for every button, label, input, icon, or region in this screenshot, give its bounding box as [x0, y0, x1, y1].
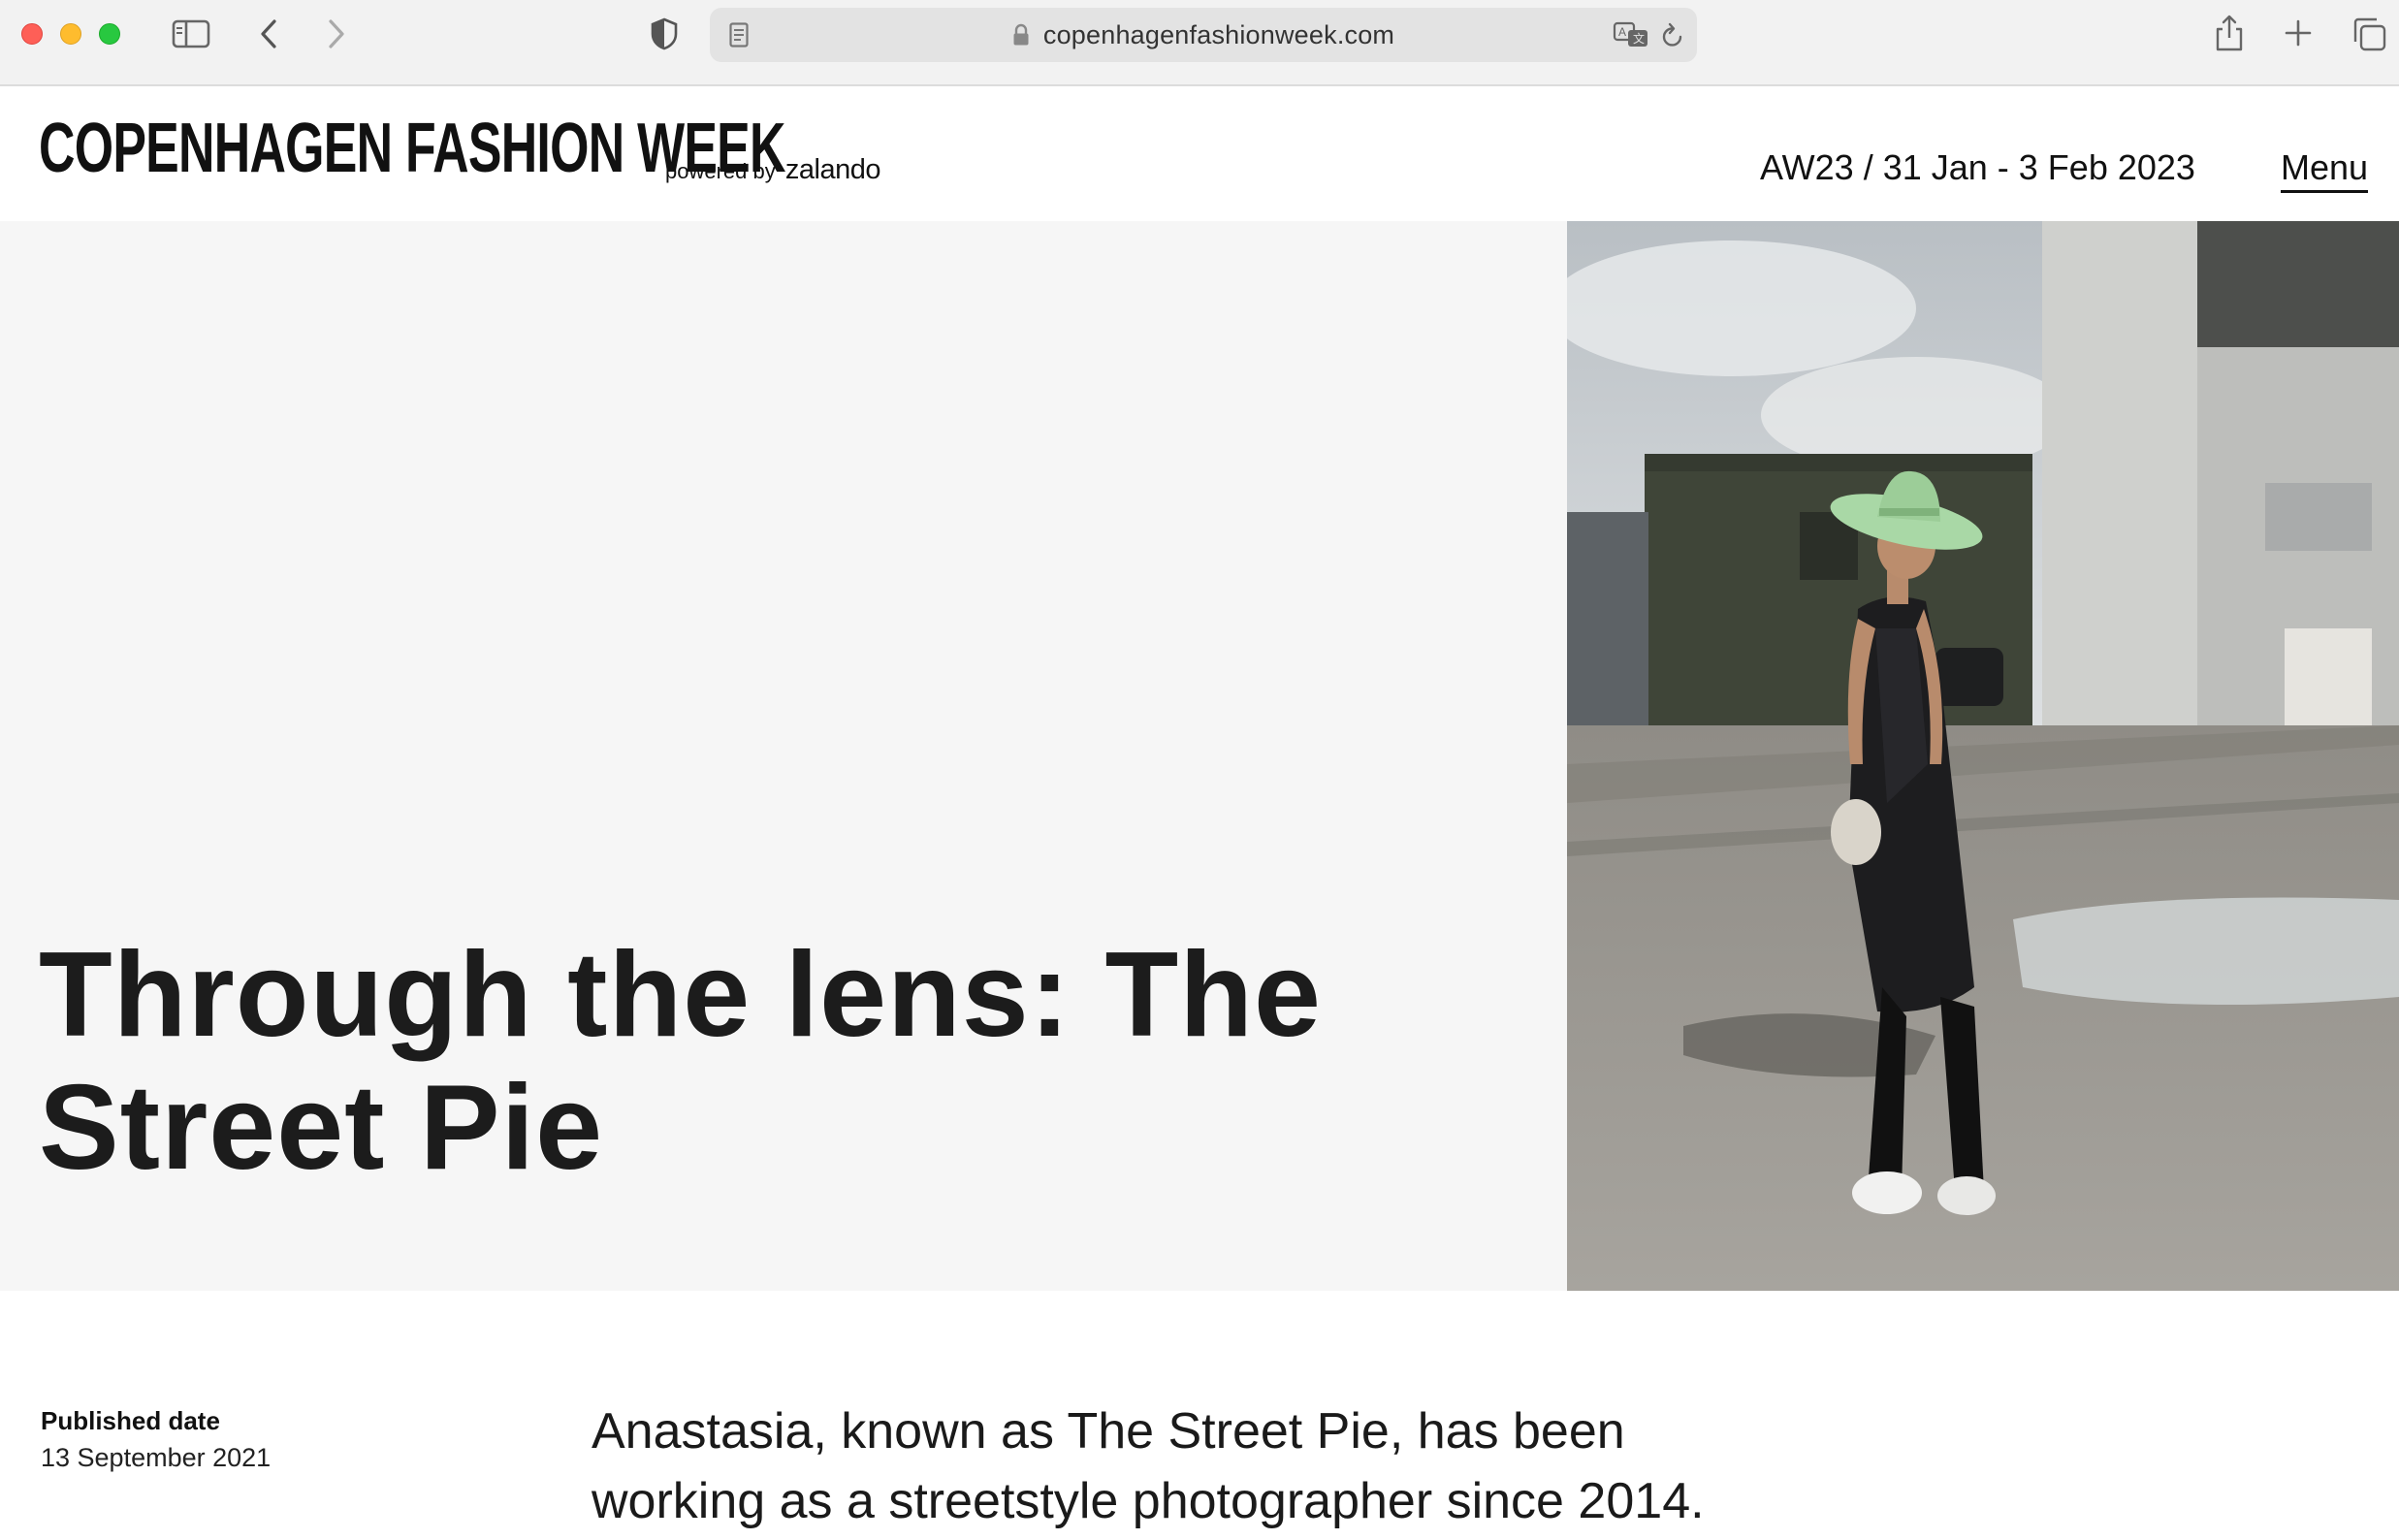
address-bar[interactable]: copenhagenfashionweek.com A文 [710, 8, 1697, 62]
reload-icon[interactable] [1658, 21, 1687, 50]
article-intro-line: working as a streetstyle photographer si… [592, 1473, 1705, 1529]
svg-text:A: A [1618, 25, 1626, 39]
hero-title-panel: Through the lens: The Street Pie [0, 221, 1567, 1291]
browser-toolbar: copenhagenfashionweek.com A文 [0, 0, 2399, 86]
site-header: COPENHAGEN FASHION WEEK powered by zalan… [0, 86, 2399, 221]
article-title-line: Street Pie [39, 1061, 604, 1195]
article-intro: Anastasia, known as The Street Pie, has … [592, 1396, 1891, 1536]
sponsor-credit: powered by zalando [665, 154, 880, 186]
tabs-overview-icon[interactable] [2351, 16, 2387, 52]
shield-icon[interactable] [648, 16, 681, 52]
article-title-line: Through the lens: The [39, 928, 1322, 1062]
partner-logo: zalando [784, 154, 881, 185]
article-title: Through the lens: The Street Pie [39, 929, 1396, 1195]
close-window-button[interactable] [21, 23, 43, 45]
lock-icon [1012, 23, 1030, 47]
new-tab-icon[interactable] [2283, 17, 2314, 48]
zoom-window-button[interactable] [99, 23, 120, 45]
minimize-window-button[interactable] [60, 23, 81, 45]
hero-photo [1567, 221, 2399, 1291]
translate-icon[interactable]: A文 [1612, 19, 1650, 50]
published-date-label: Published date [41, 1406, 220, 1435]
article-intro-line: Anastasia, known as The Street Pie, has … [592, 1403, 1625, 1460]
sidebar-icon[interactable] [171, 17, 211, 50]
share-icon[interactable] [2213, 12, 2246, 54]
street-style-photo [1567, 221, 2399, 1291]
published-date: 13 September 2021 [41, 1443, 272, 1472]
season-dates: AW23 / 31 Jan - 3 Feb 2023 [1760, 147, 2195, 187]
powered-by-label: powered by [665, 159, 776, 183]
back-icon[interactable] [254, 16, 283, 52]
svg-text:文: 文 [1633, 31, 1645, 46]
forward-icon[interactable] [322, 16, 351, 52]
url-display[interactable]: copenhagenfashionweek.com [710, 8, 1697, 62]
url-text: copenhagenfashionweek.com [1042, 19, 1395, 49]
menu-button[interactable]: Menu [2281, 147, 2369, 193]
